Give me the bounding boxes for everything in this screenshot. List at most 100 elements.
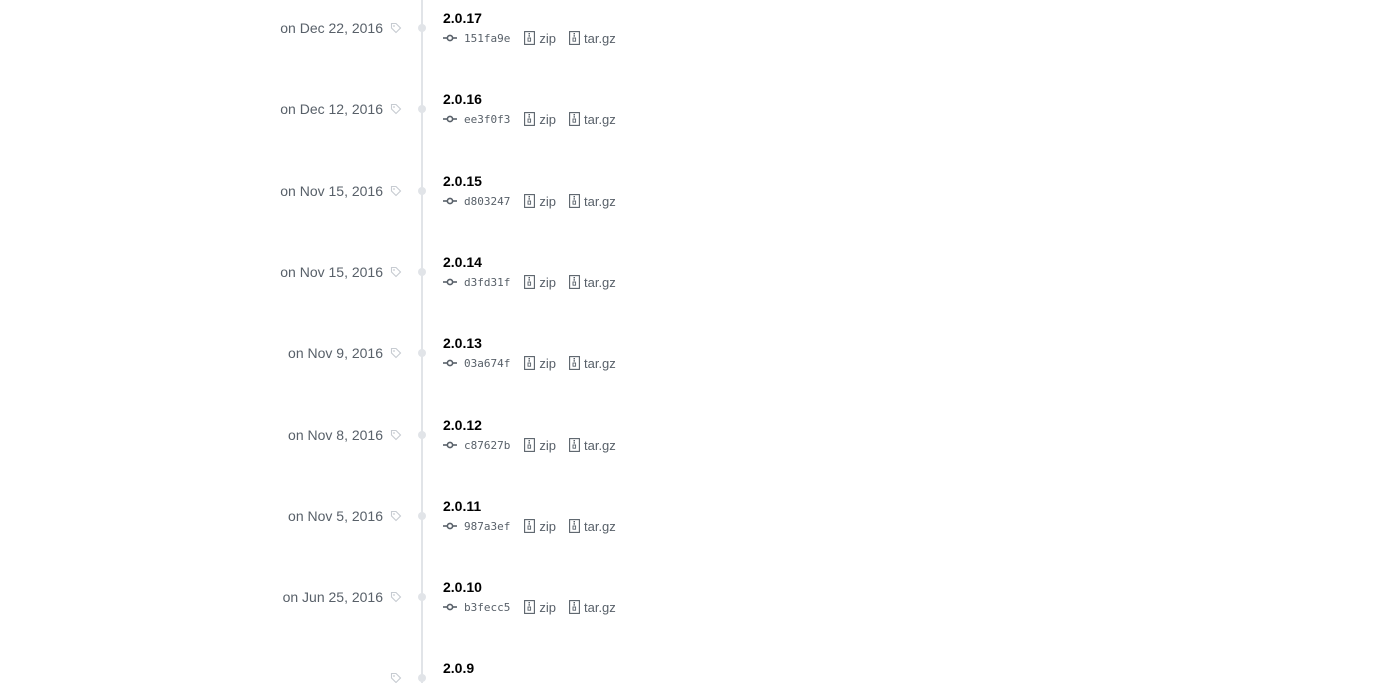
file-zip-icon (569, 194, 580, 208)
release-row: on Dec 22, 2016 2.0.17 151fa9e zip tar.g… (0, 0, 1379, 60)
git-commit-icon (443, 197, 457, 205)
download-tar-label: tar.gz (583, 355, 616, 371)
download-tar-label: tar.gz (583, 111, 616, 127)
download-tar-label: tar.gz (583, 599, 616, 615)
download-zip-link[interactable]: zip (524, 275, 556, 290)
release-row: on Nov 15, 2016 2.0.15 d803247 zip tar.g… (0, 153, 1379, 223)
tag-icon (390, 347, 402, 359)
download-zip-label: zip (539, 355, 556, 371)
commit-sha-link[interactable]: c87627b (464, 439, 510, 452)
release-tag-link[interactable]: 2.0.17 (443, 9, 482, 27)
download-zip-link[interactable]: zip (524, 600, 556, 615)
release-meta: d3fd31f zip tar.gz (443, 274, 629, 290)
release-date: on Nov 9, 2016 (288, 345, 383, 361)
timeline-node (418, 105, 426, 113)
release-date: on Dec 22, 2016 (280, 20, 383, 36)
release-tag-link[interactable]: 2.0.11 (443, 497, 481, 515)
download-tar-label: tar.gz (583, 193, 616, 209)
release-tag-link[interactable]: 2.0.12 (443, 416, 482, 434)
timeline-node (418, 512, 426, 520)
release-timeline: on Dec 22, 2016 2.0.17 151fa9e zip tar.g… (0, 0, 1379, 683)
commit-sha-link[interactable]: 03a674f (464, 357, 510, 370)
release-tag-link[interactable]: 2.0.14 (443, 253, 482, 271)
release-row: on Nov 9, 2016 2.0.13 03a674f zip tar.gz (0, 315, 1379, 385)
release-date: on Nov 15, 2016 (280, 264, 383, 280)
download-zip-link[interactable]: zip (524, 112, 556, 127)
release-meta: c87627b zip tar.gz (443, 437, 629, 453)
timeline-node (418, 349, 426, 357)
file-zip-icon (569, 519, 580, 533)
file-zip-icon (524, 438, 536, 452)
git-commit-icon (443, 115, 457, 123)
file-zip-icon (524, 356, 536, 370)
file-zip-icon (524, 31, 536, 45)
release-row: on Nov 5, 2016 2.0.11 987a3ef zip tar.gz (0, 478, 1379, 548)
file-zip-icon (524, 275, 536, 289)
tag-icon (390, 103, 402, 115)
file-zip-icon (569, 31, 580, 45)
download-tar-link[interactable]: tar.gz (569, 519, 616, 534)
timeline-node (418, 593, 426, 601)
download-tar-link[interactable]: tar.gz (569, 194, 616, 209)
download-zip-label: zip (539, 111, 556, 127)
download-tar-link[interactable]: tar.gz (569, 356, 616, 371)
download-tar-link[interactable]: tar.gz (569, 275, 616, 290)
timeline-node (418, 674, 426, 682)
download-zip-label: zip (539, 518, 556, 534)
timeline-node (418, 268, 426, 276)
release-date: on Nov 15, 2016 (280, 183, 383, 199)
download-zip-link[interactable]: zip (524, 438, 556, 453)
download-tar-label: tar.gz (583, 30, 616, 46)
release-tag-link[interactable]: 2.0.9 (443, 659, 474, 677)
release-tag-link[interactable]: 2.0.15 (443, 172, 482, 190)
release-row: on Nov 15, 2016 2.0.14 d3fd31f zip tar.g… (0, 234, 1379, 304)
release-tag-link[interactable]: 2.0.10 (443, 578, 482, 596)
release-meta: 151fa9e zip tar.gz (443, 30, 629, 46)
release-tag-link[interactable]: 2.0.13 (443, 334, 482, 352)
commit-sha-link[interactable]: 987a3ef (464, 520, 510, 533)
download-tar-label: tar.gz (583, 274, 616, 290)
download-zip-link[interactable]: zip (524, 519, 556, 534)
download-tar-link[interactable]: tar.gz (569, 31, 616, 46)
commit-sha-link[interactable]: d3fd31f (464, 276, 510, 289)
git-commit-icon (443, 34, 457, 42)
commit-sha-link[interactable]: b3fecc5 (464, 601, 510, 614)
tag-icon (390, 22, 402, 34)
commit-sha-link[interactable]: d803247 (464, 195, 510, 208)
download-tar-link[interactable]: tar.gz (569, 600, 616, 615)
file-zip-icon (524, 519, 536, 533)
timeline-node (418, 431, 426, 439)
file-zip-icon (524, 600, 536, 614)
file-zip-icon (569, 600, 580, 614)
file-zip-icon (524, 112, 536, 126)
download-tar-link[interactable]: tar.gz (569, 438, 616, 453)
release-date: on Nov 8, 2016 (288, 427, 383, 443)
release-tag-link[interactable]: 2.0.16 (443, 90, 482, 108)
tag-icon (390, 185, 402, 197)
tag-icon (390, 429, 402, 441)
release-row: 2.0.9 (0, 640, 1379, 683)
timeline-node (418, 187, 426, 195)
download-zip-label: zip (539, 30, 556, 46)
git-commit-icon (443, 603, 457, 611)
release-date: on Dec 12, 2016 (280, 101, 383, 117)
commit-sha-link[interactable]: 151fa9e (464, 32, 510, 45)
git-commit-icon (443, 522, 457, 530)
file-zip-icon (569, 356, 580, 370)
download-zip-link[interactable]: zip (524, 194, 556, 209)
download-tar-label: tar.gz (583, 437, 616, 453)
download-zip-label: zip (539, 193, 556, 209)
release-meta: 987a3ef zip tar.gz (443, 518, 629, 534)
download-zip-link[interactable]: zip (524, 31, 556, 46)
tag-icon (390, 266, 402, 278)
release-meta: d803247 zip tar.gz (443, 193, 629, 209)
git-commit-icon (443, 441, 457, 449)
release-row: on Jun 25, 2016 2.0.10 b3fecc5 zip tar.g… (0, 559, 1379, 629)
download-tar-link[interactable]: tar.gz (569, 112, 616, 127)
download-zip-link[interactable]: zip (524, 356, 556, 371)
download-zip-label: zip (539, 599, 556, 615)
commit-sha-link[interactable]: ee3f0f3 (464, 113, 510, 126)
file-zip-icon (569, 112, 580, 126)
release-meta: ee3f0f3 zip tar.gz (443, 111, 629, 127)
git-commit-icon (443, 278, 457, 286)
